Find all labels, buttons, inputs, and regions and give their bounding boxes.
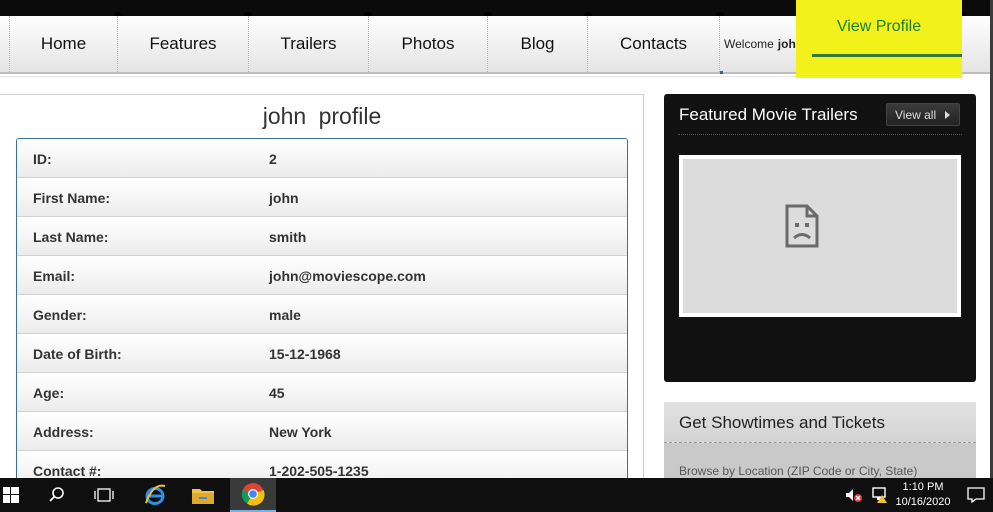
profile-row-id: ID: 2 [17, 139, 627, 178]
row-label: Last Name: [33, 229, 109, 245]
notifications-icon[interactable] [962, 478, 990, 512]
clock-time: 1:10 PM [902, 481, 944, 493]
nav-marker [720, 71, 723, 74]
nav-photos[interactable]: Photos [369, 16, 488, 72]
row-label: Address: [33, 424, 94, 440]
view-all-label: View all [895, 107, 937, 122]
row-label: Gender: [33, 307, 87, 323]
clock-date: 10/16/2020 [895, 496, 951, 508]
featured-trailers-panel: Featured Movie Trailers View all [664, 94, 976, 382]
row-value: male [269, 307, 301, 323]
profile-row-last-name: Last Name: smith [17, 217, 627, 256]
windows-start-icon[interactable] [0, 478, 22, 512]
row-value: john [269, 190, 299, 206]
row-value: john@moviescope.com [269, 268, 426, 284]
view-profile-label: View Profile [836, 18, 922, 35]
row-value: smith [269, 229, 307, 245]
profile-table: ID: 2 First Name: john Last Name: smith … [16, 138, 628, 488]
task-view-icon[interactable] [84, 478, 124, 512]
welcome-message: Welcome john, [724, 16, 806, 72]
row-value: 45 [269, 385, 285, 401]
view-profile-link[interactable]: View Profile [796, 0, 962, 78]
row-label: Contact #: [33, 463, 102, 479]
chrome-icon[interactable] [230, 478, 276, 512]
trailer-player[interactable] [679, 155, 961, 317]
volume-muted-icon[interactable] [842, 478, 866, 512]
profile-row-address: Address: New York [17, 412, 627, 451]
welcome-text: Welcome [724, 37, 774, 51]
active-underline [812, 54, 962, 57]
broken-plugin-icon [785, 204, 819, 248]
profile-panel: john profile ID: 2 First Name: john Last… [0, 94, 644, 488]
nav-blog[interactable]: Blog [488, 16, 588, 72]
row-value: 2 [269, 151, 277, 167]
profile-row-first-name: First Name: john [17, 178, 627, 217]
row-label: ID: [33, 151, 52, 167]
row-label: Age: [33, 385, 65, 401]
browse-location-text: Browse by Location (ZIP Code or City, St… [679, 464, 918, 478]
system-clock[interactable]: 1:10 PM 10/16/2020 [893, 480, 953, 510]
arrow-right-icon [945, 111, 950, 119]
row-label: Email: [33, 268, 76, 284]
network-warning-icon[interactable] [866, 478, 892, 512]
view-all-button[interactable]: View all [886, 103, 960, 126]
trailers-title: Featured Movie Trailers [679, 105, 858, 124]
row-value: New York [269, 424, 332, 440]
profile-row-age: Age: 45 [17, 373, 627, 412]
profile-row-gender: Gender: male [17, 295, 627, 334]
nav-home[interactable]: Home [10, 16, 118, 72]
row-value: 1-202-505-1235 [269, 463, 369, 479]
row-label: First Name: [33, 190, 111, 206]
nav-trailers[interactable]: Trailers [249, 16, 369, 72]
nav-features[interactable]: Features [118, 16, 249, 72]
taskbar: 1:10 PM 10/16/2020 [0, 478, 993, 512]
internet-explorer-icon[interactable] [134, 478, 176, 512]
profile-row-dob: Date of Birth: 15-12-1968 [17, 334, 627, 373]
player-placeholder [683, 159, 957, 313]
search-icon[interactable] [38, 478, 76, 512]
nav-shadow [0, 76, 796, 78]
nav-left-stub [0, 16, 10, 72]
nav-contacts[interactable]: Contacts [588, 16, 720, 72]
showtimes-title: Get Showtimes and Tickets [679, 413, 885, 432]
row-label: Date of Birth: [33, 346, 122, 362]
trailers-divider [678, 134, 962, 135]
file-explorer-icon[interactable] [182, 478, 224, 512]
profile-row-email: Email: john@moviescope.com [17, 256, 627, 295]
profile-title: john profile [262, 103, 382, 129]
row-value: 15-12-1968 [269, 346, 341, 362]
